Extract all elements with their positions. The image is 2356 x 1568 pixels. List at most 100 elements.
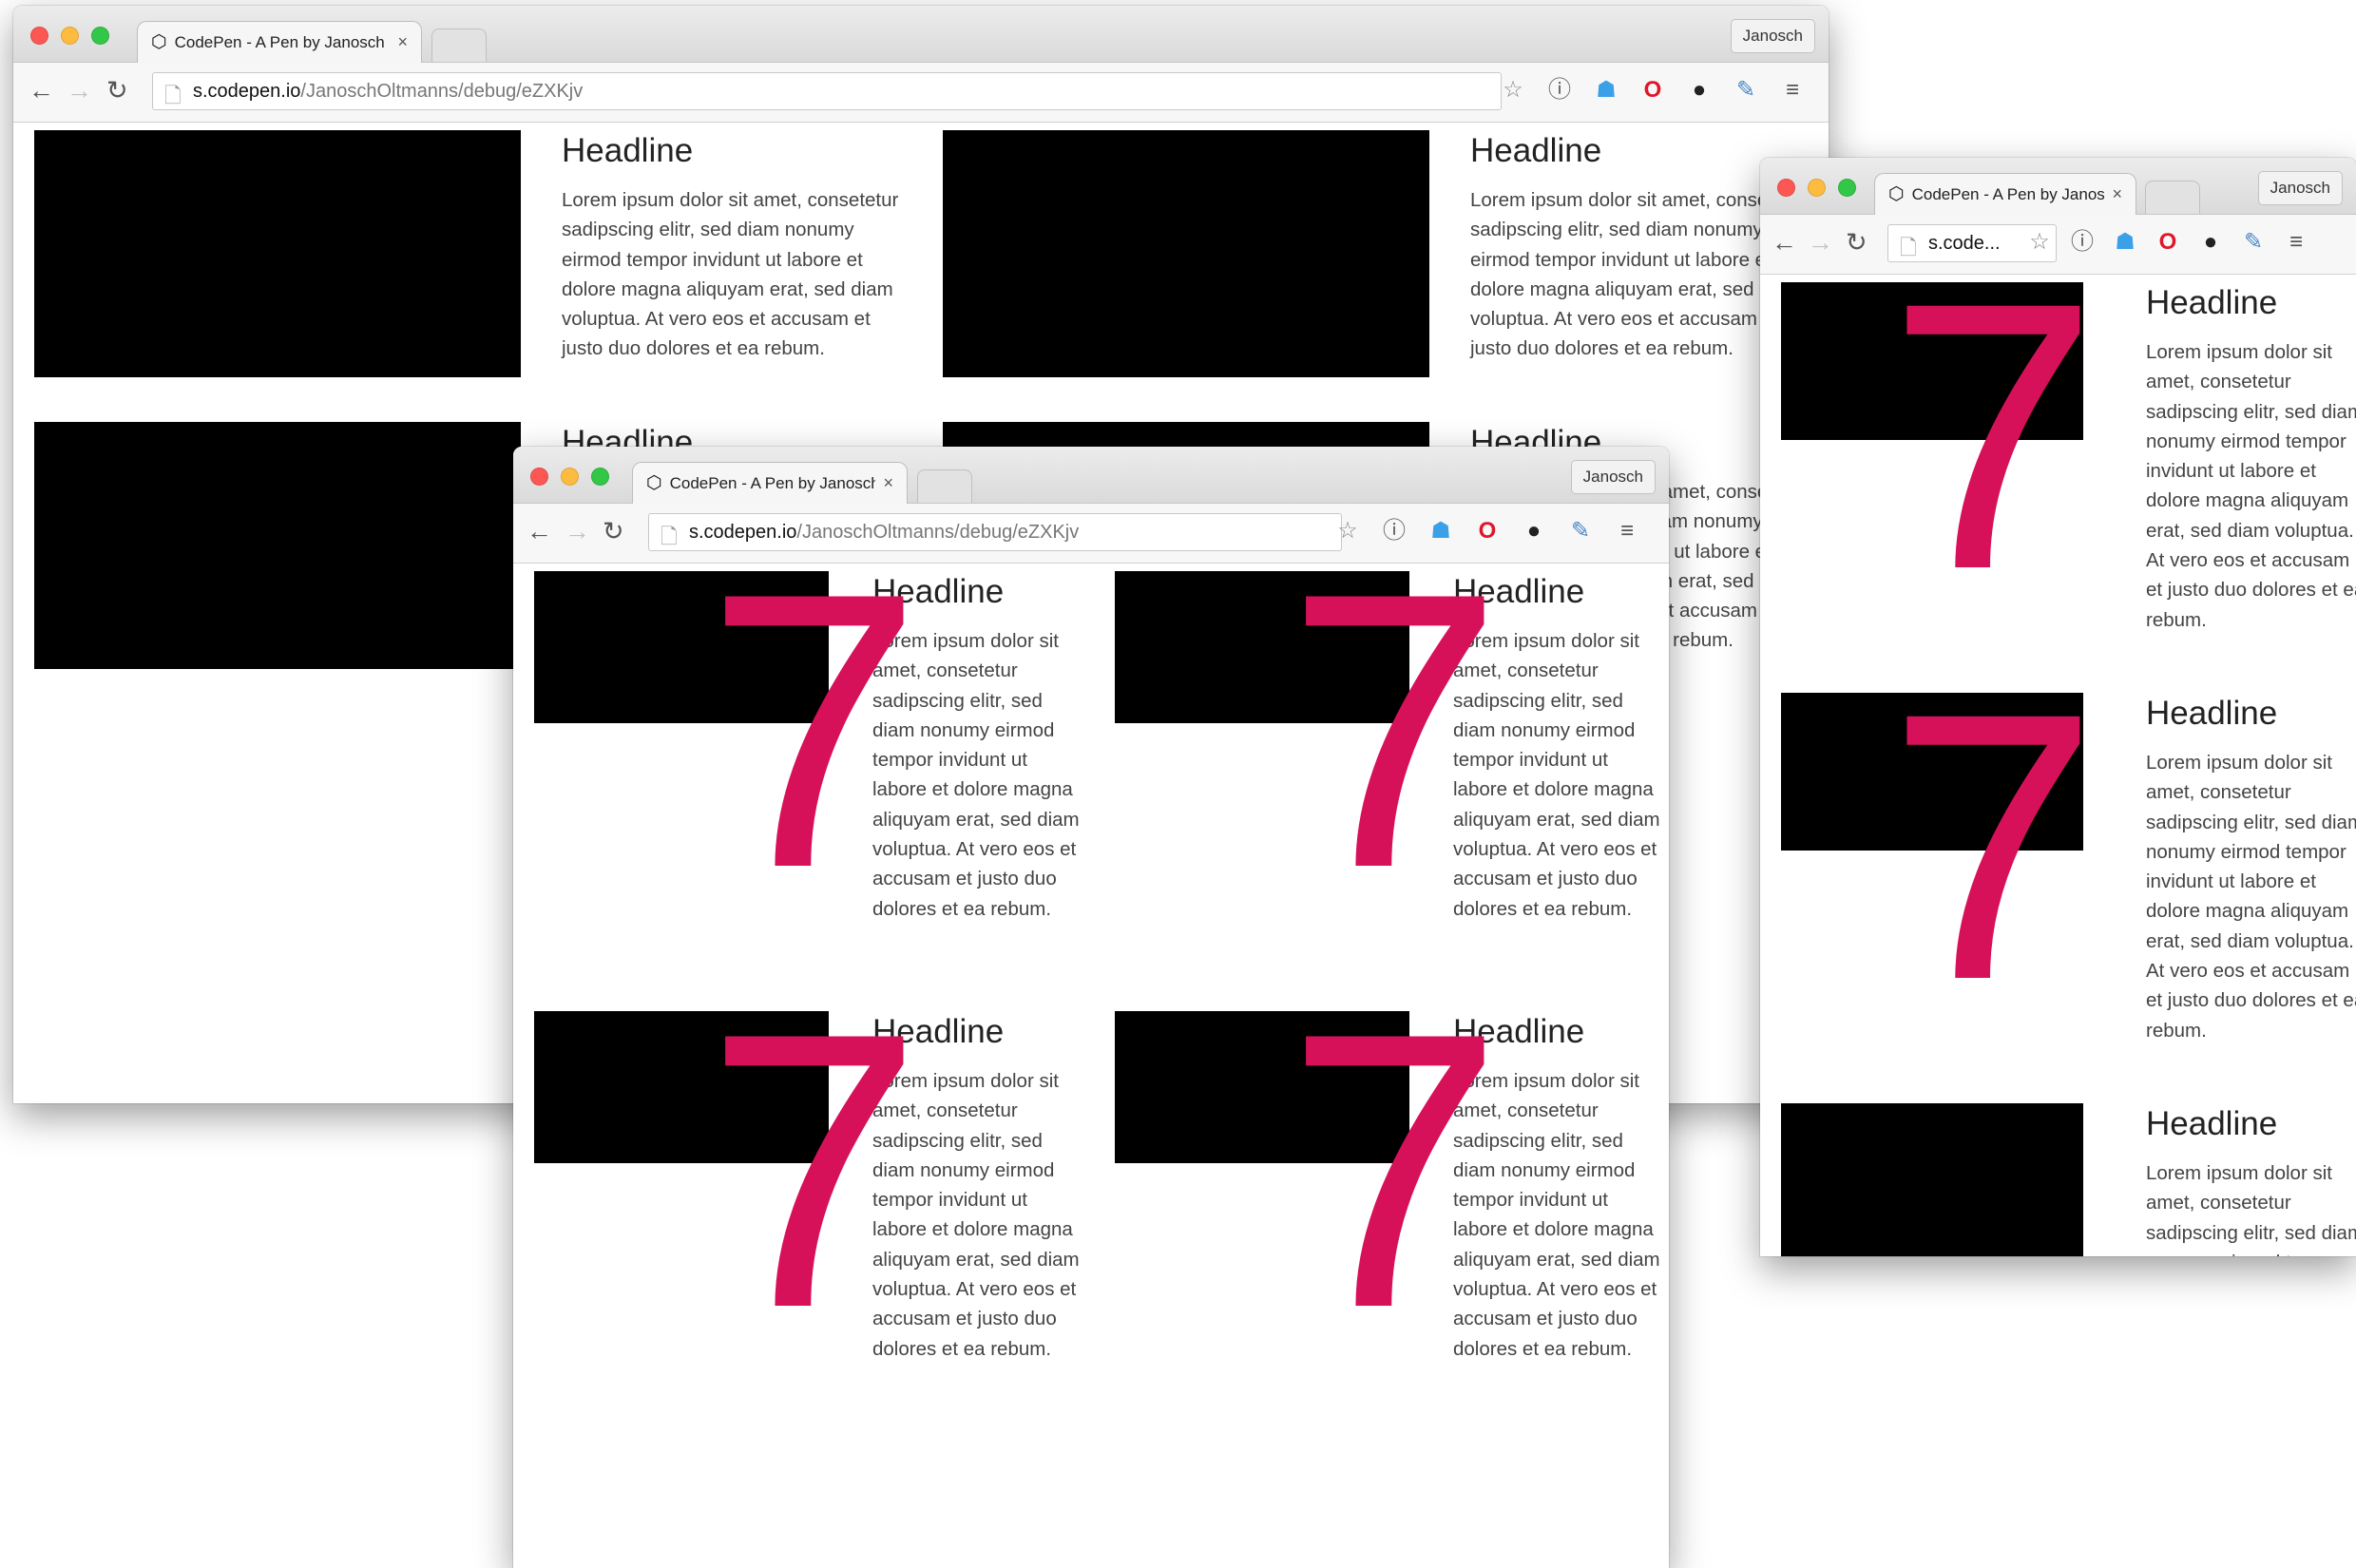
page-icon: 🗋 [1900,236,1917,259]
color-globe-icon[interactable]: ● [1682,73,1716,107]
opera-icon[interactable]: O [1636,73,1670,107]
menu-icon[interactable]: ≡ [1775,73,1810,107]
page-icon: 🗋 [164,84,182,107]
extension-bar: ☆ ⓘ ☗ O ● ✎ ≡ [1496,73,1810,107]
card-image [943,130,1429,377]
forward-arrow-icon[interactable]: → [1808,230,1833,256]
browser-window-narrow: ⬡ CodePen - A Pen by Janosch Oltmanns × … [1760,158,2356,1256]
bookmark-star-icon[interactable]: ☆ [1331,514,1365,548]
card-headline: Headline [1470,132,1602,169]
opera-icon[interactable]: O [1470,514,1504,548]
extension-bar: ☆ ⓘ ☗ O ● ✎ ≡ [2022,225,2313,259]
color-picker-icon[interactable]: ✎ [2236,225,2270,259]
profile-button[interactable]: Janosch [1570,460,1656,494]
back-arrow-icon[interactable]: ← [527,519,552,545]
card-image [1781,1103,2083,1256]
card-headline: Headline [1453,1013,1585,1050]
codepen-logo-icon: ⬡ [646,473,662,493]
zoom-window-button[interactable] [91,27,109,45]
back-arrow-icon[interactable]: ← [29,78,54,104]
menu-icon[interactable]: ≡ [2279,225,2313,259]
close-tab-icon[interactable]: × [883,473,893,493]
page-content: Headline Lorem ipsum dolor sit amet, con… [1760,275,2356,1256]
browser-tab[interactable]: ⬡ CodePen - A Pen by Janosch Oltmanns × [632,462,908,504]
opera-icon[interactable]: O [2151,225,2185,259]
minimize-window-button[interactable] [561,468,579,486]
card-image [1781,282,2083,440]
close-tab-icon[interactable]: × [2112,184,2122,204]
info-icon[interactable]: ⓘ [1377,514,1411,548]
close-window-button[interactable] [1777,179,1795,197]
browser-window-medium: ⬡ CodePen - A Pen by Janosch Oltmanns × … [513,447,1669,1568]
title-bar: ⬡ CodePen - A Pen by Janosch Oltmanns × … [1760,158,2356,215]
zoom-window-button[interactable] [1838,179,1856,197]
back-arrow-icon[interactable]: ← [1772,230,1797,256]
title-bar: ⬡ CodePen - A Pen by Janosch Oltmanns × … [513,447,1669,504]
close-window-button[interactable] [530,468,548,486]
toolbar: ← → ↻ 🗋 s.codepen.io/JanoschOltmanns/deb… [13,63,1829,123]
new-tab-button[interactable] [917,469,972,503]
tab-title: CodePen - A Pen by Janosch Oltmanns [1911,184,2105,203]
new-tab-button[interactable] [431,29,487,62]
address-bar[interactable]: 🗋 s.codepen.io/JanoschOltmanns/debug/eZX… [648,513,1342,551]
info-icon[interactable]: ⓘ [2065,225,2099,259]
menu-icon[interactable]: ≡ [1610,514,1644,548]
profile-button[interactable]: Janosch [1730,19,1815,53]
card-image [1115,571,1409,723]
color-picker-icon[interactable]: ✎ [1563,514,1598,548]
ghostery-ghost-icon[interactable]: ☗ [1424,514,1458,548]
browser-tab[interactable]: ⬡ CodePen - A Pen by Janosch Oltmanns × [1874,173,2136,215]
card-text: Lorem ipsum dolor sit amet, consetetur s… [872,630,1080,920]
card-image [34,130,521,377]
info-icon[interactable]: ⓘ [1542,73,1577,107]
browser-tab[interactable]: ⬡ CodePen - A Pen by Janosch Oltmanns × [137,21,422,63]
toolbar: ← → ↻ 🗋 s.code... ☆ ⓘ ☗ O ● ✎ ≡ [1760,215,2356,275]
tab-title: CodePen - A Pen by Janosch Oltmanns [174,32,391,51]
card-image [1115,1011,1409,1163]
close-window-button[interactable] [30,27,48,45]
bookmark-star-icon[interactable]: ☆ [2022,225,2057,259]
forward-arrow-icon[interactable]: → [67,78,92,104]
url-path: /JanoschOltmanns/debug/eZXKjv [300,80,584,102]
page-icon: 🗋 [661,525,678,548]
card-image [34,422,521,669]
address-bar[interactable]: 🗋 s.codepen.io/JanoschOltmanns/debug/eZX… [152,72,1502,110]
card-image [534,1011,829,1163]
card-text: Lorem ipsum dolor sit amet, consetetur s… [1453,630,1660,920]
card-image [1781,693,2083,851]
color-globe-icon[interactable]: ● [1517,514,1551,548]
card-headline: Headline [1453,573,1585,610]
reload-icon[interactable]: ↻ [106,78,128,104]
card-text: Lorem ipsum dolor sit amet, consetetur s… [2146,1162,2356,1256]
card-headline: Headline [2146,284,2278,321]
card-headline: Headline [562,132,694,169]
card-text: Lorem ipsum dolor sit amet, consetetur s… [562,189,899,360]
card-headline: Headline [2146,1105,2278,1142]
new-tab-button[interactable] [2145,181,2200,214]
card-image [534,571,829,723]
window-controls [530,468,609,486]
url-host: s.codepen.io [193,80,301,102]
title-bar: ⬡ CodePen - A Pen by Janosch Oltmanns × … [13,6,1829,63]
color-picker-icon[interactable]: ✎ [1729,73,1763,107]
reload-icon[interactable]: ↻ [603,519,624,545]
color-globe-icon[interactable]: ● [2193,225,2228,259]
close-tab-icon[interactable]: × [397,32,408,52]
zoom-window-button[interactable] [591,468,609,486]
url-host: s.codepen.io [689,521,797,543]
minimize-window-button[interactable] [61,27,79,45]
card-headline: Headline [872,1013,1005,1050]
profile-button[interactable]: Janosch [2257,171,2343,205]
minimize-window-button[interactable] [1808,179,1826,197]
forward-arrow-icon[interactable]: → [565,519,590,545]
ghostery-ghost-icon[interactable]: ☗ [1589,73,1623,107]
ghostery-ghost-icon[interactable]: ☗ [2108,225,2142,259]
card-headline: Headline [872,573,1005,610]
tab-title: CodePen - A Pen by Janosch Oltmanns [669,473,876,492]
extension-bar: ☆ ⓘ ☗ O ● ✎ ≡ [1331,514,1644,548]
reload-icon[interactable]: ↻ [1846,230,1868,256]
card-text: Lorem ipsum dolor sit amet, consetetur s… [872,1070,1080,1360]
bookmark-star-icon[interactable]: ☆ [1496,73,1530,107]
card-text: Lorem ipsum dolor sit amet, consetetur s… [2146,752,2356,1042]
card-text: Lorem ipsum dolor sit amet, consetetur s… [2146,341,2356,631]
